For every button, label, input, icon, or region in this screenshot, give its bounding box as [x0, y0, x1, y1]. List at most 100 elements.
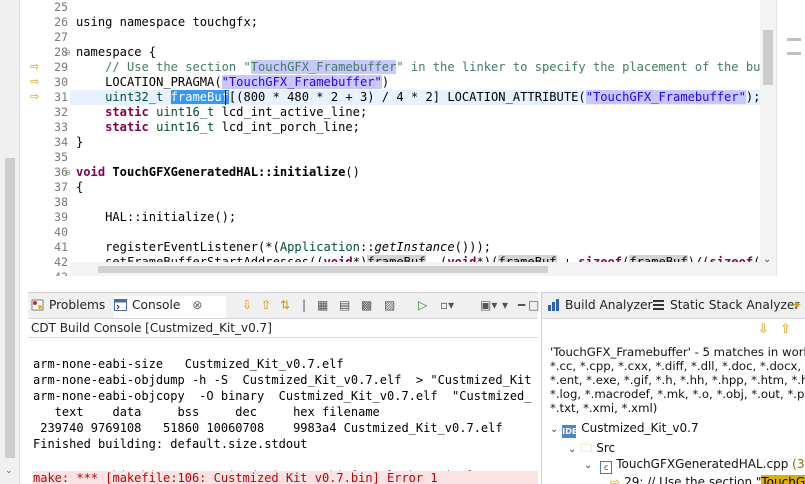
code-line[interactable]: registerEventListener(*(Application::get…	[76, 240, 491, 255]
code-token: registerEventListener(*(	[76, 240, 280, 254]
expand-chevron-icon[interactable]: ⌄	[550, 424, 558, 435]
match-arrow-icon: ⇨	[610, 475, 621, 484]
code-editor[interactable]: ⇨ ⇨ ⇨ 25 26 using namespace touchgfx; 27 28 ⊖…	[0, 0, 805, 276]
prev-arrow-up-icon[interactable]: ⇧	[261, 298, 271, 312]
code-line[interactable]: // Use the section "TouchGFX_Framebuffer…	[76, 60, 790, 75]
scroll-lock-icon[interactable]: ▤	[339, 298, 350, 312]
code-line[interactable]: using namespace touchgfx;	[76, 15, 258, 30]
line-number: 34	[54, 135, 68, 149]
scroll-thumb[interactable]	[763, 30, 773, 85]
line-number: 37	[54, 180, 68, 194]
next-match-icon[interactable]: ⇩	[758, 322, 769, 337]
search-file-pattern-line: *.log, *.macrodef, *.mk, *.o, *.obj, *.o…	[550, 387, 805, 401]
search-tabbar: Build Analyzer Static Stack Analyzer ✦	[542, 293, 805, 319]
console-error-line: make: *** [makefile:106: Custmized_Kit_v…	[33, 471, 538, 484]
code-token: }	[76, 135, 84, 149]
pin-console-icon[interactable]: ▷	[418, 298, 427, 312]
scroll-thumb[interactable]	[5, 158, 15, 458]
tree-folder-label: Src	[596, 441, 616, 455]
separator: |	[302, 298, 307, 312]
code-line[interactable]: namespace {	[76, 45, 156, 60]
code-token: ()));	[454, 240, 492, 254]
next-arrow-down-icon[interactable]: ⇩	[242, 298, 252, 312]
fold-toggle-icon[interactable]: ⊖	[64, 168, 71, 177]
code-line[interactable]: }	[76, 135, 83, 150]
prev-match-icon[interactable]: ⇧	[780, 322, 791, 337]
tree-match-row[interactable]: ⇨29: // Use the section "TouchGFX_Fr	[610, 475, 805, 484]
expand-chevron-icon[interactable]: ⌄	[568, 444, 576, 455]
line-number: 26	[54, 15, 68, 29]
search-result-arrow-icon[interactable]: ⇨	[30, 75, 39, 88]
fold-toggle-icon[interactable]: ⊖	[64, 48, 71, 57]
code-line[interactable]: {	[76, 180, 83, 195]
line-number: 29	[54, 60, 68, 74]
chevron-down-icon[interactable]: ⌄	[5, 466, 13, 476]
overview-ruler[interactable]	[776, 0, 805, 276]
code-token: using namespace touchgfx;	[76, 15, 259, 29]
code-line[interactable]: LOCATION_PRAGMA("TouchGFX_Framebuffer")	[76, 75, 389, 90]
console-title: CDT Build Console [Custmized_Kit_v0.7]	[31, 321, 272, 335]
close-icon[interactable]: ⊗	[192, 298, 202, 312]
code-line[interactable]: static uint16_t lcd_int_porch_line;	[76, 120, 360, 135]
console-tabbar: Problems Console ⊗ ⇩ ⇧ ⇅ | ▦ ▤ ▩ ▨ ▷ ▫▾ …	[28, 293, 539, 319]
remove-launch-icon[interactable]: ▨	[384, 298, 395, 312]
search-file-pattern-line: *.txt, *.xmi, *.xml)	[550, 401, 658, 415]
maximize-icon[interactable]: □	[528, 298, 539, 312]
tab-console[interactable]: Console ⊗	[114, 296, 226, 318]
tree-project-row[interactable]: ⌄ IDE Custmized_Kit_v0.7	[550, 421, 699, 438]
minimize-icon[interactable]: ━	[518, 298, 525, 312]
code-token: HAL::initialize();	[76, 210, 237, 224]
code-function: getInstance	[374, 240, 455, 254]
tab-static-stack-analyzer[interactable]: Static Stack Analyzer	[652, 298, 799, 312]
occurrence-mark[interactable]	[787, 52, 801, 55]
view-menu-icon[interactable]: ▾	[502, 298, 508, 312]
occurrence-mark[interactable]	[787, 38, 801, 41]
line-number: 42	[54, 255, 68, 269]
code-line[interactable]: void TouchGFXGeneratedHAL::initialize()	[76, 165, 360, 180]
display-console-icon[interactable]: ▫▾	[440, 298, 454, 312]
match-highlight: TouchGFX_Fr	[761, 475, 805, 484]
tab-build-analyzer-label: Build Analyzer	[565, 298, 653, 312]
code-string: "TouchGFX_Framebuffer"	[221, 75, 382, 89]
line-number: 31	[54, 90, 68, 104]
tab-build-analyzer[interactable]: Build Analyzer	[547, 298, 653, 312]
open-console-icon[interactable]: ▣▾	[480, 298, 497, 312]
code-line[interactable]: static uint16_t lcd_int_active_line;	[76, 105, 367, 120]
tab-static-stack-label: Static Stack Analyzer	[670, 298, 800, 312]
search-file-pattern-line: *.ent, *.exe, *.gif, *.h, *.hh, *.hpp, *…	[550, 373, 805, 387]
line-number: 33	[54, 120, 68, 134]
word-wrap-icon[interactable]: ▩	[361, 298, 372, 312]
line-number: 32	[54, 105, 68, 119]
tree-file-label: TouchGFXGeneratedHAL.cpp	[616, 457, 789, 471]
scroll-thumb[interactable]	[98, 266, 548, 273]
editor-horizontal-scrollbar[interactable]	[70, 262, 760, 276]
console-line: 239740 9769108 51860 10060708 9983a4 Cus…	[33, 421, 503, 435]
clear-console-icon[interactable]: ▦	[317, 298, 328, 312]
pin-icon[interactable]: ✦	[792, 298, 802, 312]
editor-vertical-scrollbar[interactable]: ⌄	[760, 0, 776, 276]
window-vertical-scrollbar[interactable]: ⌄	[0, 0, 20, 484]
code-line[interactable]: HAL::initialize();	[76, 210, 236, 225]
expand-chevron-icon[interactable]: ⌄	[584, 460, 592, 471]
line-number: 39	[54, 210, 68, 224]
code-token: lcd_int_active_line;	[221, 105, 368, 119]
code-type: uint16_t	[156, 120, 222, 134]
tab-problems[interactable]: Problems	[31, 298, 105, 312]
search-summary-title: 'TouchGFX_Framebuffer' - 5 matches in wo…	[550, 345, 805, 359]
code-token: {	[76, 180, 84, 194]
tree-file-row[interactable]: ⌄ cTouchGFXGeneratedHAL.cpp (3 matches)	[584, 457, 805, 474]
tree-project-label: Custmized_Kit_v0.7	[581, 421, 699, 435]
cpp-file-icon: c	[600, 461, 613, 474]
search-panel: Build Analyzer Static Stack Analyzer ✦ ⇩…	[541, 292, 805, 484]
search-result-arrow-icon[interactable]: ⇨	[30, 90, 39, 103]
line-number: 30	[54, 75, 68, 89]
line-number: 43	[46, 270, 68, 276]
code-line[interactable]: uint32_t frameBuf[(800 * 480 * 2 + 3) / …	[76, 90, 760, 105]
code-type: Application	[279, 240, 360, 254]
divider	[28, 337, 538, 338]
chevron-down-icon[interactable]: ⌄	[763, 254, 771, 265]
link-icon[interactable]: ⇅	[280, 298, 290, 312]
search-result-arrow-icon[interactable]: ⇨	[30, 60, 39, 73]
tree-file-match-count: (3 matches)	[792, 457, 805, 471]
tab-console-label: Console	[132, 298, 181, 312]
